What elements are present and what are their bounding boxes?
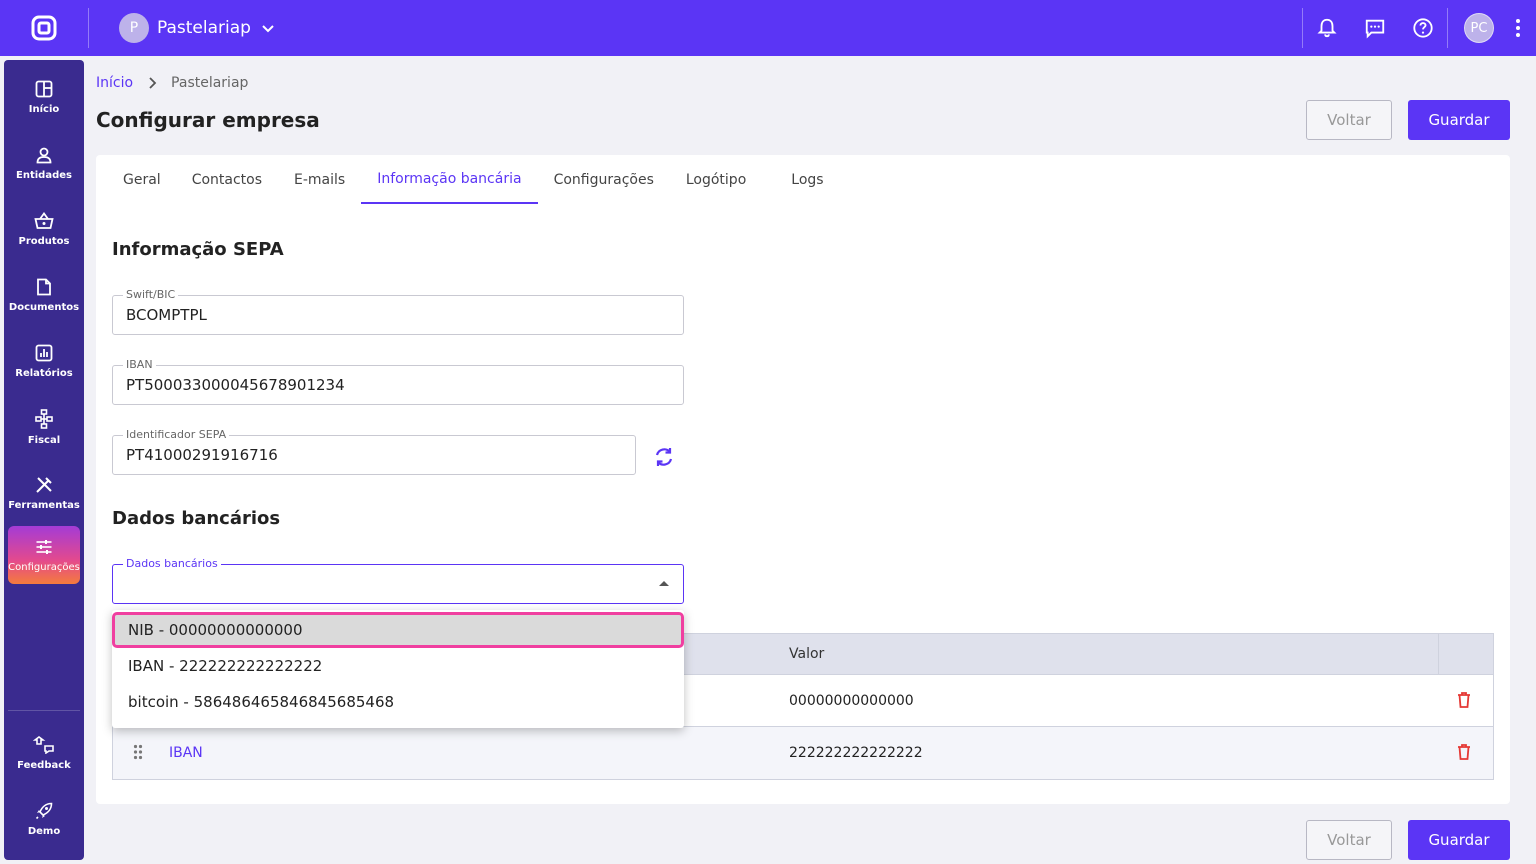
document-icon — [37, 278, 51, 295]
more-options-button[interactable] — [1500, 0, 1536, 56]
network-icon — [35, 408, 53, 429]
chart-icon — [35, 344, 53, 361]
chevron-right-icon — [147, 77, 157, 89]
user-avatar[interactable]: PC — [1464, 13, 1494, 43]
swift-value: BCOMPTPL — [126, 306, 207, 324]
tab-emails[interactable]: E-mails — [278, 155, 361, 204]
drag-handle-icon[interactable] — [133, 744, 143, 760]
bank-section-title: Dados bancários — [112, 508, 281, 529]
column-divider — [1438, 634, 1439, 675]
tools-icon — [36, 476, 52, 493]
sidebar-item-documentos[interactable]: Documentos — [8, 266, 80, 324]
sidebar-item-label: Fiscal — [27, 434, 61, 446]
sidebar-item-demo[interactable]: Demo — [8, 790, 80, 848]
sidebar-item-label: Início — [28, 103, 60, 115]
help-button[interactable] — [1399, 0, 1447, 56]
sidebar-item-configuracoes[interactable]: Configurações — [8, 526, 80, 584]
bank-data-select[interactable]: Dados bancários — [112, 557, 684, 604]
tab-contactos[interactable]: Contactos — [176, 155, 278, 204]
sidebar-item-feedback[interactable]: Feedback — [8, 724, 80, 782]
more-vertical-icon — [1516, 19, 1520, 37]
sidebar-item-produtos[interactable]: Produtos — [8, 200, 80, 258]
column-header-valor: Valor — [789, 646, 825, 662]
row-type-link[interactable]: IBAN — [169, 745, 203, 761]
sidebar-item-inicio[interactable]: Início — [8, 68, 80, 126]
back-button[interactable]: Voltar — [1306, 100, 1392, 140]
back-button-bottom[interactable]: Voltar — [1306, 820, 1392, 860]
divider — [88, 8, 89, 48]
sidebar-item-entidades[interactable]: Entidades — [8, 134, 80, 192]
dashboard-icon — [35, 80, 53, 97]
sidebar-item-label: Produtos — [18, 235, 70, 247]
bell-icon — [1317, 18, 1337, 38]
tab-geral[interactable]: Geral — [108, 155, 176, 204]
page-title: Configurar empresa — [96, 108, 320, 132]
sidebar-item-label: Feedback — [17, 759, 71, 771]
row-value: 00000000000000 — [789, 693, 914, 709]
sidebar-item-label: Configurações — [8, 561, 80, 573]
sidebar-divider — [8, 710, 80, 711]
help-icon — [1413, 18, 1433, 38]
dropdown-option-iban[interactable]: IBAN - 222222222222222 — [112, 648, 684, 684]
caret-up-icon — [659, 581, 669, 586]
breadcrumb-home-link[interactable]: Início — [96, 75, 133, 91]
sidebar-item-fiscal[interactable]: Fiscal — [8, 398, 80, 456]
company-name: Pastelariap — [157, 18, 251, 38]
sidebar-item-ferramentas[interactable]: Ferramentas — [8, 464, 80, 522]
swift-field[interactable]: Swift/BIC BCOMPTPL — [112, 288, 684, 335]
chevron-down-icon — [261, 21, 275, 35]
feedback-icon — [33, 735, 54, 754]
sepa-id-field[interactable]: Identificador SEPA PT41000291916716 — [112, 428, 636, 475]
save-button[interactable]: Guardar — [1408, 100, 1510, 140]
tab-configuracoes[interactable]: Configurações — [538, 155, 670, 204]
table-row: IBAN 222222222222222 — [113, 727, 1493, 779]
company-avatar: P — [119, 13, 149, 43]
messages-button[interactable] — [1351, 0, 1399, 56]
chat-icon — [1365, 19, 1385, 39]
iban-value: PT500033000045678901234 — [126, 376, 345, 394]
top-bar: P Pastelariap PC — [0, 0, 1536, 56]
iban-field[interactable]: IBAN PT500033000045678901234 — [112, 358, 684, 405]
bank-data-select-label: Dados bancários — [123, 557, 221, 570]
sidebar-item-label: Entidades — [16, 169, 72, 181]
tab-logs[interactable]: Logs — [762, 155, 852, 204]
save-button-bottom[interactable]: Guardar — [1408, 820, 1510, 860]
refresh-icon[interactable] — [652, 445, 676, 469]
sepa-section-title: Informação SEPA — [112, 239, 284, 260]
app-logo[interactable] — [0, 0, 88, 56]
row-value: 222222222222222 — [789, 745, 923, 761]
breadcrumb-current: Pastelariap — [171, 75, 249, 91]
sidebar: Início Entidades Produtos Documentos Rel… — [4, 60, 84, 860]
swift-label: Swift/BIC — [123, 288, 179, 301]
sliders-icon — [36, 539, 52, 554]
sepa-id-label: Identificador SEPA — [123, 428, 230, 441]
tab-bar: Geral Contactos E-mails Informação bancá… — [108, 155, 853, 204]
company-switcher[interactable]: P Pastelariap — [119, 13, 275, 43]
delete-icon[interactable] — [1455, 691, 1473, 709]
tab-informacao-bancaria[interactable]: Informação bancária — [361, 155, 538, 204]
sidebar-item-label: Documentos — [8, 301, 80, 313]
delete-icon[interactable] — [1455, 743, 1473, 761]
sepa-id-value: PT41000291916716 — [126, 446, 278, 464]
tab-logotipo[interactable]: Logótipo — [670, 155, 762, 204]
sidebar-item-label: Demo — [27, 825, 61, 837]
divider — [1447, 8, 1448, 48]
sidebar-item-label: Ferramentas — [8, 499, 80, 511]
dropdown-option-nib[interactable]: NIB - 00000000000000 — [112, 612, 684, 648]
dropdown-option-bitcoin[interactable]: bitcoin - 586486465846845685468 — [112, 684, 684, 720]
breadcrumb: Início Pastelariap — [96, 75, 248, 91]
rocket-icon — [35, 802, 53, 819]
bank-data-dropdown: NIB - 00000000000000 IBAN - 222222222222… — [112, 610, 684, 728]
basket-icon — [34, 211, 54, 229]
person-icon — [36, 147, 52, 163]
notifications-button[interactable] — [1303, 0, 1351, 56]
iban-label: IBAN — [123, 358, 156, 371]
app-logo-icon — [31, 15, 57, 41]
sidebar-item-relatorios[interactable]: Relatórios — [8, 332, 80, 390]
sidebar-item-label: Relatórios — [15, 367, 73, 379]
